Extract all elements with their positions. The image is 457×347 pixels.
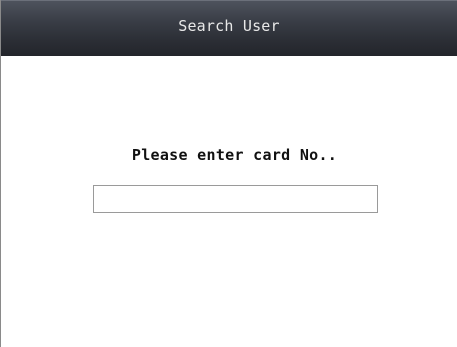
card-number-prompt: Please enter card No.. [131, 146, 338, 164]
title-bar: Search User [1, 0, 457, 56]
card-number-input[interactable] [93, 185, 378, 213]
page-title: Search User [178, 16, 280, 35]
